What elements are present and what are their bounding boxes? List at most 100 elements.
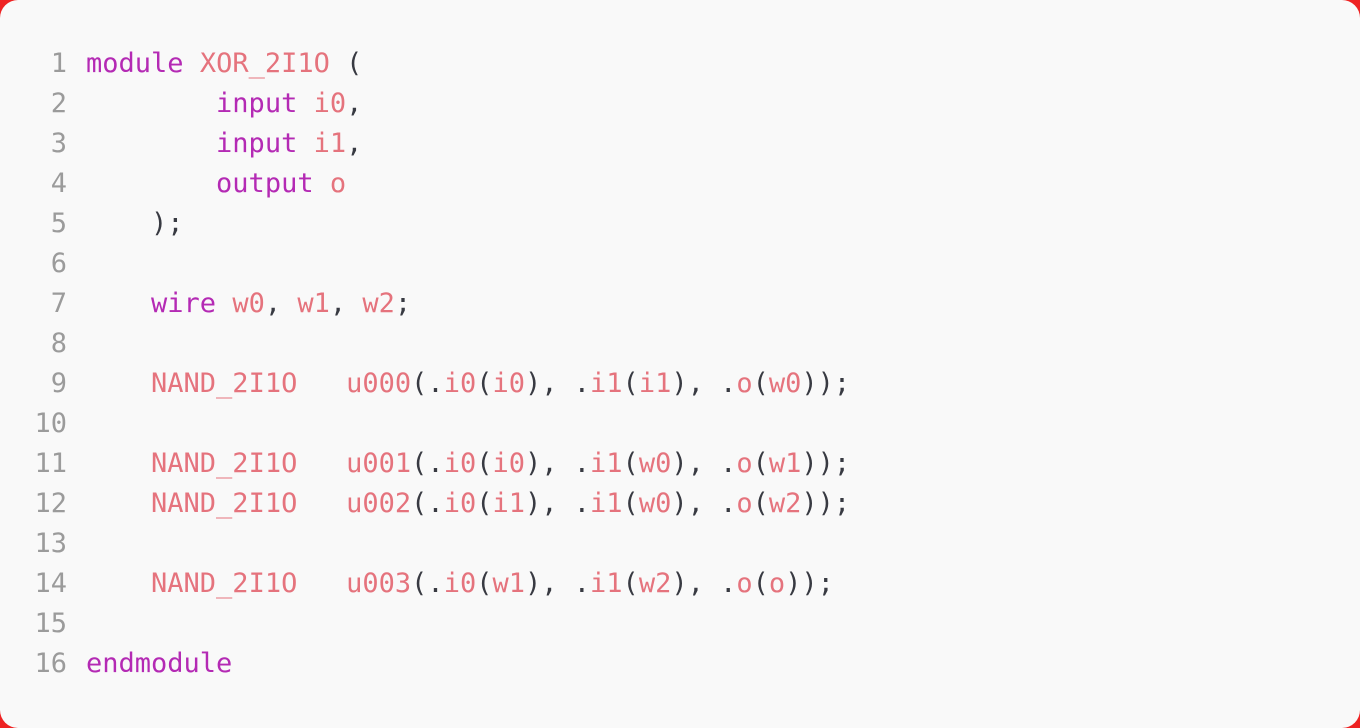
line-content[interactable]: NAND_2I1O u001(.i0(i0), .i1(w0), .o(w1))… [86, 444, 850, 484]
token-punct: , [346, 128, 363, 159]
code-line[interactable]: 13 [0, 524, 1360, 564]
code-line[interactable]: 16 endmodule [0, 644, 1360, 684]
line-content[interactable]: module XOR_2I1O ( [86, 44, 362, 84]
token-punct: . [427, 568, 444, 599]
token-ident: NAND_2I1O [151, 368, 298, 399]
token-punct: )); [785, 568, 834, 599]
line-content[interactable]: NAND_2I1O u000(.i0(i0), .i1(i1), .o(w0))… [86, 364, 850, 404]
token-punct: , [329, 288, 363, 319]
line-content[interactable]: ); [86, 204, 184, 244]
token-punct: ( [411, 568, 428, 599]
code-line[interactable]: 3 input i1, [0, 124, 1360, 164]
line-number: 10 [34, 408, 67, 439]
token-ident: w2 [638, 568, 672, 599]
line-content[interactable]: NAND_2I1O u002(.i0(i1), .i1(w0), .o(w2))… [86, 484, 850, 524]
line-number: 16 [34, 648, 67, 679]
token-punct: ( [411, 488, 428, 519]
token-ident: o [736, 368, 753, 399]
token-punct: ( [752, 368, 769, 399]
code-line[interactable]: 1 module XOR_2I1O ( [0, 44, 1360, 84]
token-punct: ( [752, 488, 769, 519]
token-ident: w0 [232, 288, 265, 319]
line-number: 13 [34, 528, 67, 559]
line-content[interactable]: output o [86, 164, 346, 204]
token-ident: NAND_2I1O [151, 568, 298, 599]
token-punct: . [720, 368, 737, 399]
line-number: 1 [50, 48, 67, 79]
token-punct: ( [622, 368, 639, 399]
token-punct: . [720, 488, 737, 519]
code-listing[interactable]: 1 module XOR_2I1O (2 input i0, 3 input i1,… [0, 44, 1360, 684]
code-line[interactable]: 2 input i0, [0, 84, 1360, 124]
code-line[interactable]: 11 NAND_2I1O u001(.i0(i0), .i1(w0), .o(w… [0, 444, 1360, 484]
token-ident: i1 [638, 368, 672, 399]
line-content[interactable]: input i1, [86, 124, 362, 164]
code-line[interactable]: 10 [0, 404, 1360, 444]
line-content[interactable]: endmodule [86, 644, 232, 684]
token-ident: w0 [638, 448, 672, 479]
token-keyword: input [216, 88, 298, 119]
line-content[interactable]: wire w0, w1, w2; [86, 284, 411, 324]
code-line[interactable]: 5 ); [0, 204, 1360, 244]
token-punct: ), [524, 568, 574, 599]
token-punct: ( [411, 368, 428, 399]
token-ident: w0 [638, 488, 672, 519]
token-punct: ), [671, 368, 721, 399]
code-line[interactable]: 12 NAND_2I1O u002(.i0(i1), .i1(w0), .o(w… [0, 484, 1360, 524]
token-ident: u001 [346, 448, 412, 479]
line-number: 6 [50, 248, 67, 279]
token-punct: . [720, 568, 737, 599]
code-line[interactable]: 4 output o [0, 164, 1360, 204]
code-line[interactable]: 6 [0, 244, 1360, 284]
token-punct: ( [476, 448, 493, 479]
code-line[interactable]: 15 [0, 604, 1360, 644]
token-punct: . [427, 448, 444, 479]
token-ident: w2 [768, 488, 802, 519]
token-ident: w0 [768, 368, 802, 399]
line-content[interactable]: NAND_2I1O u003(.i0(w1), .i1(w2), .o(o)); [86, 564, 834, 604]
line-content[interactable]: input i0, [86, 84, 362, 124]
token-ident: i1 [313, 128, 347, 159]
token-keyword: module [86, 48, 184, 79]
token-punct: )); [801, 368, 851, 399]
token-punct: ( [752, 448, 769, 479]
code-panel: 1 module XOR_2I1O (2 input i0, 3 input i1,… [0, 0, 1360, 728]
token-punct: . [573, 448, 591, 479]
token-punct: ), [671, 488, 721, 519]
code-line[interactable]: 14 NAND_2I1O u003(.i0(w1), .i1(w2), .o(o… [0, 564, 1360, 604]
line-number: 7 [50, 288, 67, 319]
token-punct: )); [801, 488, 851, 519]
token-ident: i0 [443, 488, 477, 519]
token-punct: ), [524, 488, 574, 519]
token-ident: i1 [590, 368, 623, 399]
token-punct: )); [801, 448, 851, 479]
token-ident: w2 [362, 288, 395, 319]
token-punct: ( [476, 488, 493, 519]
token-punct: ), [671, 448, 721, 479]
token-punct: . [573, 368, 591, 399]
token-punct: . [720, 448, 737, 479]
token-punct: ( [622, 488, 639, 519]
token-ident: i1 [590, 568, 623, 599]
token-punct: . [427, 488, 444, 519]
token-ident: w1 [297, 288, 330, 319]
token-punct: ( [329, 48, 363, 79]
code-line[interactable]: 9 NAND_2I1O u000(.i0(i0), .i1(i1), .o(w0… [0, 364, 1360, 404]
code-line[interactable]: 8 [0, 324, 1360, 364]
line-number: 5 [50, 208, 67, 239]
token-ident: i0 [443, 568, 477, 599]
token-ident: i1 [590, 448, 623, 479]
code-line[interactable]: 7 wire w0, w1, w2; [0, 284, 1360, 324]
line-number: 2 [50, 88, 67, 119]
